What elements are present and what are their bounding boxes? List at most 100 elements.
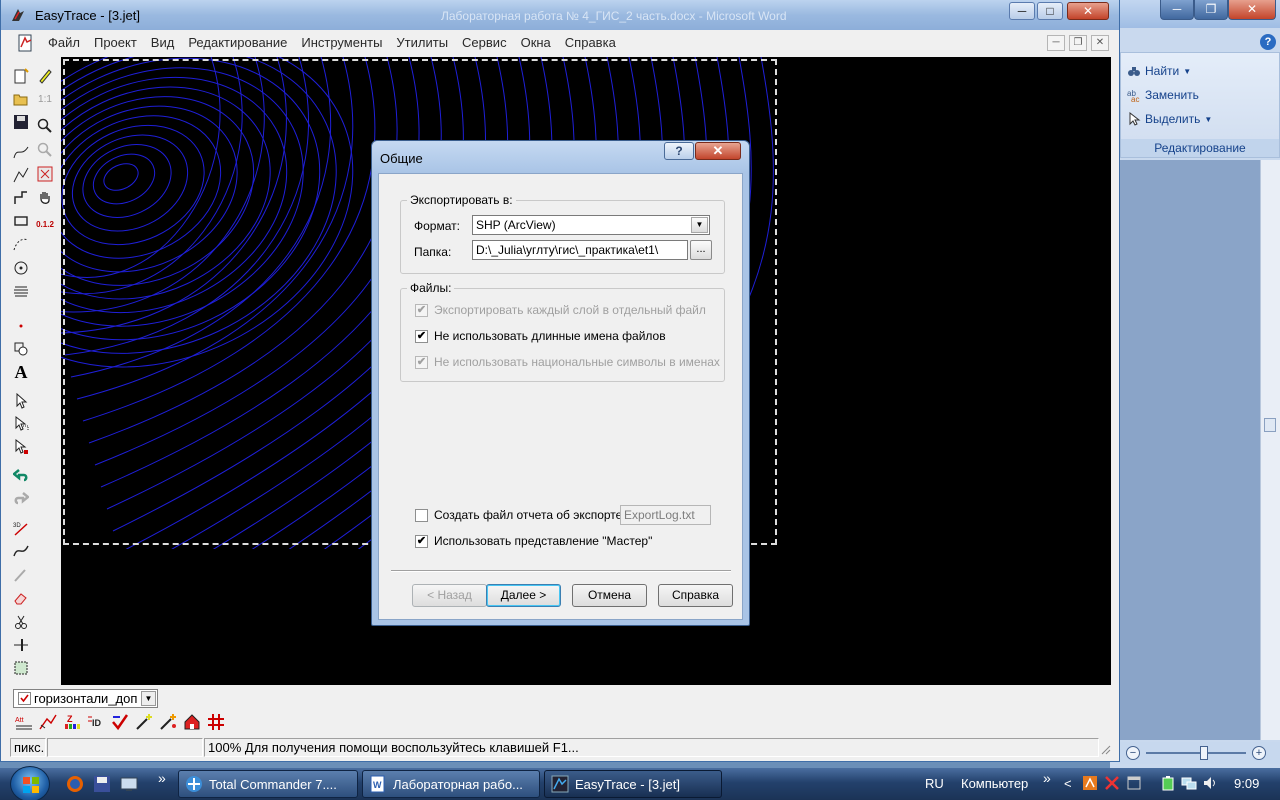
checkbox-icon[interactable] xyxy=(18,692,31,705)
menu-edit[interactable]: Редактирование xyxy=(181,32,294,54)
mdi-close-button[interactable]: ✕ xyxy=(1091,35,1109,51)
checkbox-checked-disabled[interactable]: ✔ xyxy=(415,355,428,369)
multi-select-button[interactable] xyxy=(11,414,31,434)
show-hidden-icons-button[interactable]: < xyxy=(1064,776,1072,791)
symbol-button[interactable] xyxy=(11,339,31,359)
menu-file[interactable]: Файл xyxy=(41,32,87,54)
volume-icon[interactable] xyxy=(1202,775,1218,791)
dotted-curve-button[interactable] xyxy=(11,234,31,254)
back-button[interactable]: < Назад xyxy=(412,584,487,607)
window-titlebar[interactable]: EasyTrace - [3.jet] Лабораторная работа … xyxy=(1,0,1119,30)
clock[interactable]: 9:09 xyxy=(1234,776,1259,791)
coordinates-button[interactable]: 0.1.2 xyxy=(35,214,55,234)
dropdown-arrow-icon[interactable]: ▼ xyxy=(141,691,156,706)
fit-extent-button[interactable] xyxy=(35,164,55,184)
word-vertical-scrollbar[interactable] xyxy=(1260,160,1280,740)
option-no-national-symbols[interactable]: ✔ Не использовать национальные символы в… xyxy=(415,355,720,369)
circle-button[interactable] xyxy=(11,258,31,278)
dialog-close-button[interactable]: ✕ xyxy=(695,142,741,160)
text-button[interactable]: A xyxy=(11,362,31,382)
menu-service[interactable]: Сервис xyxy=(455,32,514,54)
magic-wand-icon[interactable] xyxy=(135,713,153,731)
attribute-table-icon[interactable]: Att xyxy=(15,713,33,731)
option-create-report[interactable]: Создать файл отчета об экспорте xyxy=(415,508,622,522)
pencil-button[interactable] xyxy=(35,66,55,86)
option-wizard-view[interactable]: ✔ Использовать представление "Мастер" xyxy=(415,534,652,548)
language-indicator[interactable]: RU xyxy=(925,776,944,791)
menu-help[interactable]: Справка xyxy=(558,32,623,54)
grid-select-button[interactable] xyxy=(11,658,31,678)
checkbox-checked[interactable]: ✔ xyxy=(415,329,428,343)
zoom-button[interactable] xyxy=(35,116,55,136)
split-button[interactable] xyxy=(11,635,31,655)
line-button[interactable] xyxy=(11,165,31,185)
zoom-track[interactable] xyxy=(1146,746,1246,760)
orange-app-icon[interactable] xyxy=(1082,775,1098,791)
computer-toolbar[interactable]: Компьютер xyxy=(961,776,1028,791)
word-minimize-button[interactable]: ─ xyxy=(1160,0,1194,20)
save-icon[interactable] xyxy=(93,775,111,793)
pan-button[interactable] xyxy=(35,188,55,208)
firefox-icon[interactable] xyxy=(66,775,84,793)
option-export-each-layer[interactable]: ✔ Экспортировать каждый слой в отдельный… xyxy=(415,303,706,317)
grid-hash-icon[interactable] xyxy=(207,713,225,731)
id-icon[interactable]: ID xyxy=(87,713,105,731)
task-word-document[interactable]: W Лабораторная рабо... xyxy=(362,770,540,798)
browse-folder-button[interactable]: ... xyxy=(690,240,712,260)
save-button[interactable] xyxy=(11,112,31,132)
close-button[interactable]: ✕ xyxy=(1067,2,1109,20)
cancel-button[interactable]: Отмена xyxy=(572,584,647,607)
dialog-help-button[interactable]: ? xyxy=(664,142,694,160)
minimize-button[interactable]: ─ xyxy=(1009,2,1035,20)
next-button[interactable]: Далее > xyxy=(486,584,561,607)
option-short-filenames[interactable]: ✔ Не использовать длинные имена файлов xyxy=(415,329,666,343)
word-restore-button[interactable]: ❐ xyxy=(1194,0,1228,20)
battery-icon[interactable] xyxy=(1160,775,1176,791)
menu-project[interactable]: Проект xyxy=(87,32,144,54)
network-icon[interactable] xyxy=(1181,775,1197,791)
checkbox-checked-disabled[interactable]: ✔ xyxy=(415,303,428,317)
word-zoom-slider[interactable]: − + xyxy=(1120,742,1280,764)
layer-selector[interactable]: горизонтали_доп ▼ xyxy=(13,689,158,708)
smooth-line-button[interactable] xyxy=(11,541,31,561)
select-node-button[interactable] xyxy=(11,437,31,457)
word-close-button[interactable]: ✕ xyxy=(1228,0,1276,20)
menu-windows[interactable]: Окна xyxy=(514,32,558,54)
home-marker-icon[interactable] xyxy=(183,713,201,731)
zoom-out-button[interactable] xyxy=(35,140,55,160)
check-attributes-icon[interactable] xyxy=(111,713,129,731)
scale-1-1-button[interactable]: 1:1 xyxy=(35,89,55,109)
window-icon[interactable] xyxy=(1126,775,1142,791)
red-tools-icon[interactable] xyxy=(1104,775,1120,791)
folder-input[interactable]: D:\_Julia\углту\гис\_практика\et1\ xyxy=(472,240,688,260)
new-file-button[interactable] xyxy=(11,66,31,86)
stroke-button[interactable] xyxy=(11,565,31,585)
task-easytrace[interactable]: EasyTrace - [3.jet] xyxy=(544,770,722,798)
task-total-commander[interactable]: Total Commander 7.... xyxy=(178,770,358,798)
redo-button[interactable] xyxy=(11,488,31,508)
menu-tools[interactable]: Инструменты xyxy=(294,32,389,54)
mdi-restore-button[interactable]: ❐ xyxy=(1069,35,1087,51)
dialog-titlebar[interactable]: Общие ? ✕ xyxy=(372,141,749,173)
polyline-button[interactable] xyxy=(11,142,31,162)
scroll-thumb[interactable] xyxy=(1264,418,1276,432)
checkbox-unchecked[interactable] xyxy=(415,508,428,522)
start-button[interactable] xyxy=(10,766,50,800)
screen-icon[interactable] xyxy=(120,775,138,793)
menu-utilities[interactable]: Утилиты xyxy=(389,32,455,54)
step-line-button[interactable] xyxy=(11,188,31,208)
ribbon-replace-button[interactable]: ab ac Заменить xyxy=(1127,85,1199,105)
ribbon-select-button[interactable]: Выделить ▼ xyxy=(1127,109,1212,129)
menu-view[interactable]: Вид xyxy=(144,32,182,54)
point-button[interactable] xyxy=(11,316,31,336)
report-filename-input[interactable]: ExportLog.txt xyxy=(620,505,711,525)
magic-wand-color-icon[interactable] xyxy=(159,713,177,731)
mdi-minimize-button[interactable]: ─ xyxy=(1047,35,1065,51)
word-help-icon[interactable]: ? xyxy=(1260,34,1276,50)
3d-line-button[interactable]: 3D xyxy=(11,518,31,538)
rectangle-button[interactable] xyxy=(11,211,31,231)
toolbar-overflow[interactable]: » xyxy=(1043,770,1051,786)
quicklaunch-overflow[interactable]: » xyxy=(158,770,166,786)
zoom-thumb[interactable] xyxy=(1200,746,1208,760)
document-icon[interactable] xyxy=(17,34,35,52)
